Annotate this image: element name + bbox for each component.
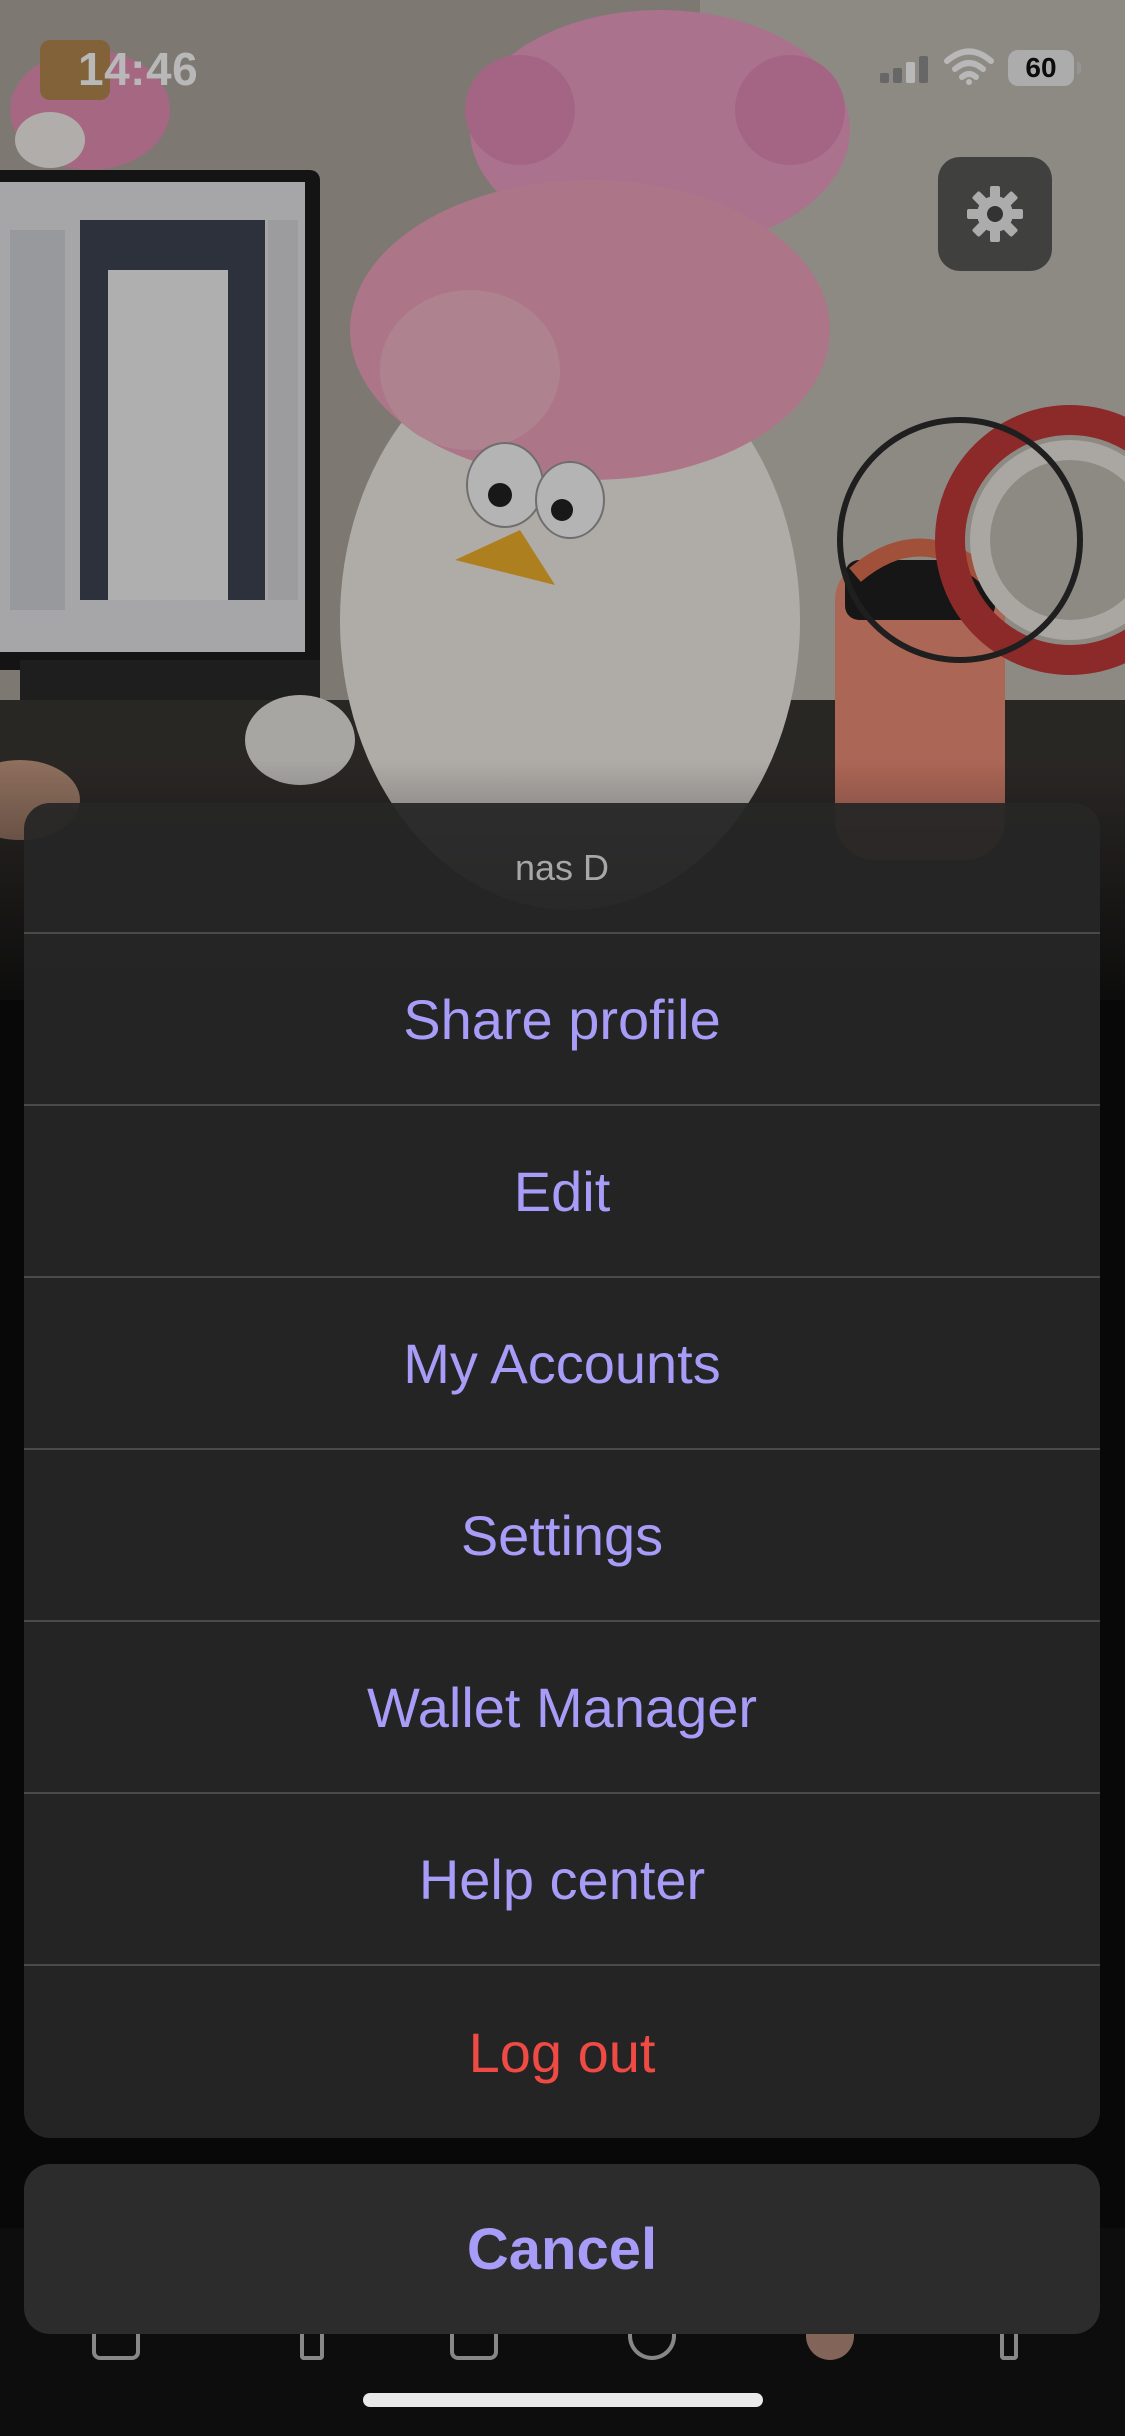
help-center-button[interactable]: Help center	[24, 1794, 1100, 1966]
share-profile-button[interactable]: Share profile	[24, 934, 1100, 1106]
wallet-manager-button[interactable]: Wallet Manager	[24, 1622, 1100, 1794]
log-out-button[interactable]: Log out	[24, 1966, 1100, 2138]
settings-button[interactable]: Settings	[24, 1450, 1100, 1622]
edit-button[interactable]: Edit	[24, 1106, 1100, 1278]
my-accounts-button[interactable]: My Accounts	[24, 1278, 1100, 1450]
home-indicator[interactable]	[363, 2393, 763, 2407]
screen: 14:46 60 nas D Share profile Edit My Acc…	[0, 0, 1125, 2436]
action-sheet-title: nas D	[24, 803, 1100, 934]
profile-action-sheet: nas D Share profile Edit My Accounts Set…	[24, 803, 1100, 2138]
cancel-button[interactable]: Cancel	[24, 2164, 1100, 2334]
